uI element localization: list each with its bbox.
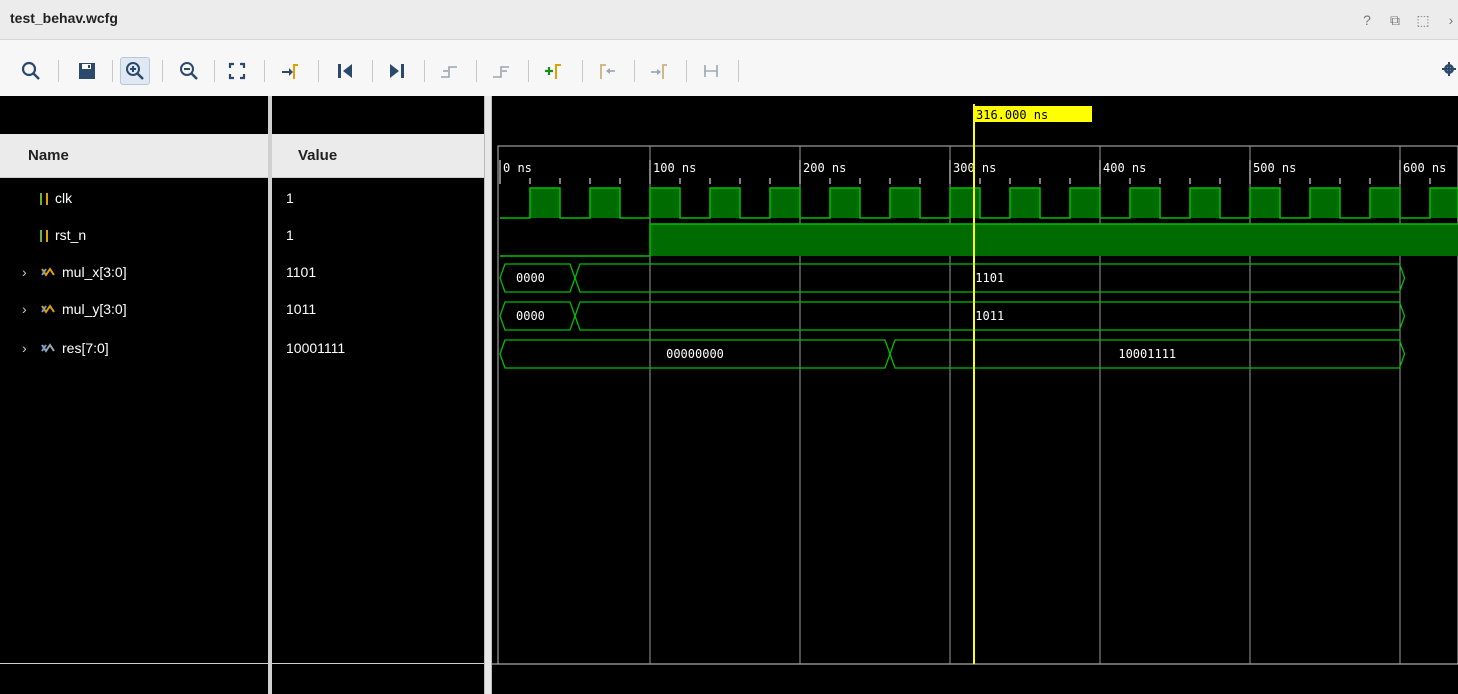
clk-high-pulse xyxy=(590,188,620,218)
mul-x-bus-value-label: 0000 xyxy=(516,271,545,285)
clk-high-pulse xyxy=(770,188,800,218)
signal-name: rst_n xyxy=(55,227,87,243)
name-column-header[interactable]: Name xyxy=(0,134,268,178)
close-icon[interactable]: › xyxy=(1444,12,1458,29)
signal-value-mul-y: 1011 xyxy=(286,301,317,317)
signal-name: mul_y[3:0] xyxy=(62,301,127,317)
ruler-tick-label: 0 ns xyxy=(503,161,532,175)
ruler-tick-label: 100 ns xyxy=(653,161,696,175)
signal-row-mul-y[interactable]: › mul_y[3:0] xyxy=(0,301,268,337)
clk-high-pulse xyxy=(1430,188,1458,218)
clk-high-pulse xyxy=(1310,188,1340,218)
pane-bottom-border xyxy=(272,663,484,664)
res-bus-value-label: 10001111 xyxy=(1118,347,1176,361)
clk-high-pulse xyxy=(1070,188,1100,218)
chevron-right-icon[interactable]: › xyxy=(22,264,27,280)
search-icon[interactable] xyxy=(18,58,44,84)
bit-signal-icon xyxy=(38,228,52,247)
ruler-tick-label: 500 ns xyxy=(1253,161,1296,175)
cursor-time-label: 316.000 ns xyxy=(976,108,1048,122)
add-marker-icon[interactable] xyxy=(540,58,566,84)
signal-value-rst-n: 1 xyxy=(286,227,294,243)
waveform-canvas[interactable]: 0 ns 100 ns 200 ns 300 ns 400 ns 500 ns 600 ns… xyxy=(492,96,1458,694)
signal-value-res: 10001111 xyxy=(286,340,346,356)
ruler-tick-label: 200 ns xyxy=(803,161,846,175)
bus-signal-icon xyxy=(40,302,56,321)
res-bus-value-label: 00000000 xyxy=(666,347,724,361)
next-transition-icon[interactable] xyxy=(488,58,514,84)
signal-name: clk xyxy=(55,190,73,206)
clk-high-pulse xyxy=(1130,188,1160,218)
pane-splitter[interactable] xyxy=(268,96,272,694)
ruler-tick-label: 600 ns xyxy=(1403,161,1446,175)
bus-signal-icon xyxy=(40,341,56,360)
waveform-toolbar xyxy=(0,40,1458,96)
zoom-in-icon[interactable] xyxy=(120,57,150,85)
go-to-cursor-icon[interactable] xyxy=(276,58,302,84)
gear-icon[interactable] xyxy=(1442,62,1456,76)
save-icon[interactable] xyxy=(74,58,100,84)
clk-high-pulse xyxy=(950,188,980,218)
window-titlebar: test_behav.wcfg ? ⧉ ⬚ › xyxy=(0,0,1458,40)
signal-value-clk: 1 xyxy=(286,190,294,206)
previous-marker-icon[interactable] xyxy=(594,58,620,84)
signal-row-mul-x[interactable]: › mul_x[3:0] xyxy=(0,264,268,300)
mul-y-bus-value-label: 0000 xyxy=(516,309,545,323)
next-marker-icon[interactable] xyxy=(646,58,672,84)
window-title: test_behav.wcfg xyxy=(10,10,118,26)
zoom-out-icon[interactable] xyxy=(176,58,202,84)
pane-bottom-border xyxy=(0,663,268,664)
signal-value-mul-x: 1101 xyxy=(286,264,317,280)
signal-name: mul_x[3:0] xyxy=(62,264,127,280)
signal-row-clk[interactable]: clk xyxy=(0,190,268,226)
mul-y-bus-value-label: 1011 xyxy=(975,309,1004,323)
mul-x-bus-value-label: 1101 xyxy=(975,271,1004,285)
signal-value-pane xyxy=(272,96,484,694)
signal-row-res[interactable]: › res[7:0] xyxy=(0,340,268,376)
swap-cursors-icon[interactable] xyxy=(698,58,724,84)
window-controls: ? ⧉ ⬚ › xyxy=(1360,12,1458,29)
signal-name: res[7:0] xyxy=(62,340,109,356)
signal-name-pane xyxy=(0,96,268,694)
clk-high-pulse xyxy=(830,188,860,218)
previous-transition-icon[interactable] xyxy=(436,58,462,84)
go-to-time-0-icon[interactable] xyxy=(332,58,358,84)
clk-high-pulse xyxy=(1010,188,1040,218)
bit-signal-icon xyxy=(38,191,52,210)
clk-high-pulse xyxy=(530,188,560,218)
maximize-icon[interactable]: ⬚ xyxy=(1416,12,1430,29)
chevron-right-icon[interactable]: › xyxy=(22,340,27,356)
rst-n-high-region xyxy=(650,224,1458,256)
clk-high-pulse xyxy=(1370,188,1400,218)
clk-high-pulse xyxy=(1190,188,1220,218)
ruler-tick-label: 400 ns xyxy=(1103,161,1146,175)
clk-high-pulse xyxy=(890,188,920,218)
clk-high-pulse xyxy=(710,188,740,218)
go-to-last-time-icon[interactable] xyxy=(384,58,410,84)
restore-icon[interactable]: ⧉ xyxy=(1388,12,1402,29)
bus-signal-icon xyxy=(40,265,56,284)
wave-pane-splitter[interactable] xyxy=(484,96,492,694)
chevron-right-icon[interactable]: › xyxy=(22,301,27,317)
clk-high-pulse xyxy=(1250,188,1280,218)
value-column-header[interactable]: Value xyxy=(272,134,484,178)
zoom-fit-icon[interactable] xyxy=(224,58,250,84)
signal-row-rst-n[interactable]: rst_n xyxy=(0,227,268,263)
waveform-pane[interactable]: 0 ns 100 ns 200 ns 300 ns 400 ns 500 ns 600 ns… xyxy=(492,96,1458,694)
clk-high-pulse xyxy=(650,188,680,218)
help-icon[interactable]: ? xyxy=(1360,12,1374,29)
